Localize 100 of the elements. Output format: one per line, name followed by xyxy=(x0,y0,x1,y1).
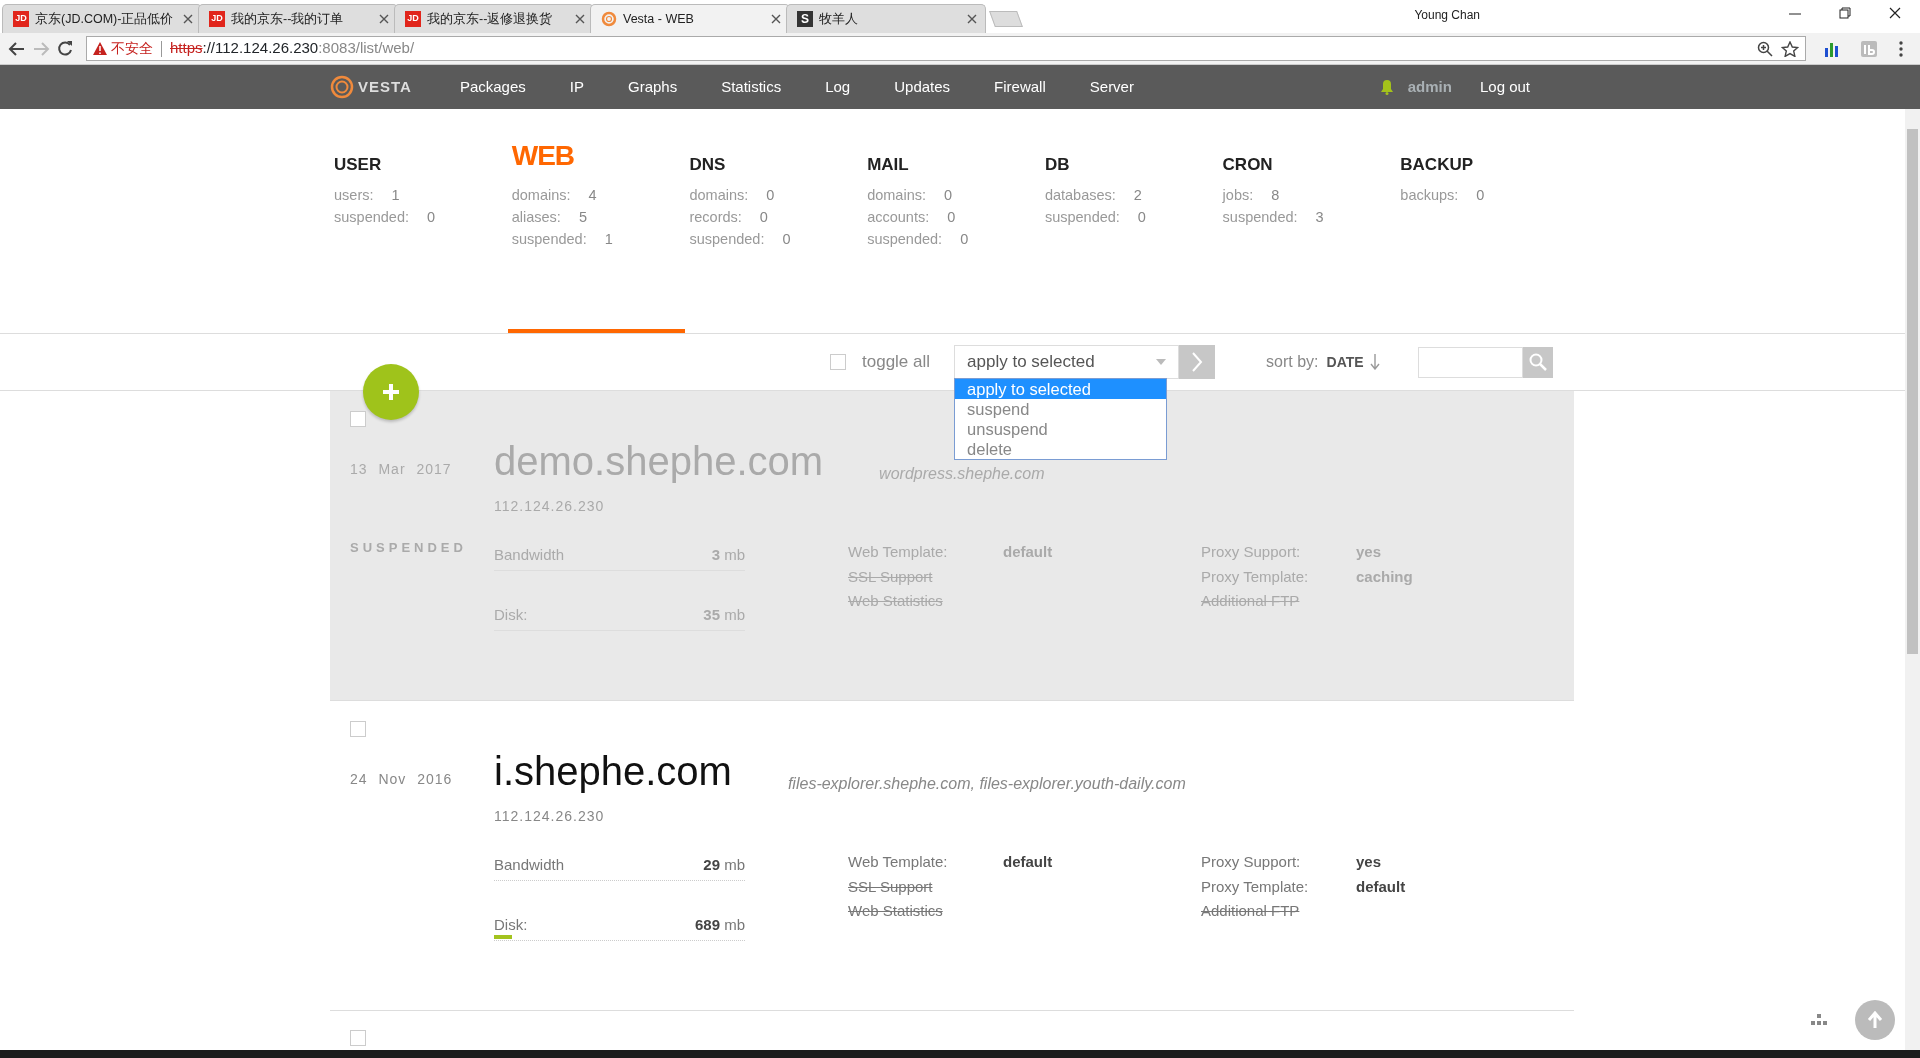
stat-value: 0 xyxy=(947,209,956,225)
setting-label: SSL Support xyxy=(848,876,933,897)
checkbox[interactable] xyxy=(350,411,366,427)
logo-text: VESTA xyxy=(358,76,412,97)
browser-tab[interactable]: S 牧羊人 xyxy=(786,4,986,33)
nav-link[interactable]: Graphs xyxy=(627,75,678,99)
grid-dots-icon[interactable] xyxy=(1811,1014,1827,1026)
down-arrow-icon[interactable] xyxy=(1369,354,1380,370)
tab-title: 我的京东--我的订单 xyxy=(231,10,345,28)
zoom-icon[interactable] xyxy=(1757,40,1773,57)
scroll-top-button[interactable] xyxy=(1855,1000,1895,1040)
setting-value: default xyxy=(1356,876,1406,897)
dropdown-option[interactable]: unsuspend xyxy=(955,419,1167,439)
nav-link[interactable]: Log xyxy=(825,75,851,99)
setting-label: Web Statistics xyxy=(848,901,943,921)
profile-name[interactable]: Young Chan xyxy=(1414,6,1480,24)
bell-icon[interactable] xyxy=(1379,79,1394,95)
ring-icon xyxy=(330,75,354,99)
search-field[interactable] xyxy=(1417,346,1523,378)
security-warning[interactable]: 不安全 xyxy=(111,38,153,59)
tab-favicon: S xyxy=(797,11,813,27)
nav-link[interactable]: Packages xyxy=(459,75,526,99)
setting-value: caching xyxy=(1356,566,1413,587)
close-icon[interactable] xyxy=(379,14,389,24)
separator-line xyxy=(161,40,162,57)
stat-value: 0 xyxy=(1476,187,1485,203)
star-icon[interactable] xyxy=(1781,40,1799,57)
setting-value: yes xyxy=(1356,852,1382,872)
setting-label: Proxy Template: xyxy=(1201,876,1310,897)
close-icon[interactable] xyxy=(771,14,781,24)
nav-link[interactable]: Server xyxy=(1089,75,1134,99)
stat-value: 0 xyxy=(782,231,791,247)
tab-favicon: JD xyxy=(13,11,29,27)
reload-icon[interactable] xyxy=(56,39,74,58)
toggle-all-label[interactable]: toggle all xyxy=(862,349,931,375)
action-select[interactable]: apply to selected xyxy=(954,345,1180,379)
nav-link[interactable]: Firewall xyxy=(994,75,1046,99)
stat-label: backups: xyxy=(1400,187,1459,203)
stat-tab[interactable]: WEB domains: 4 aliases: 5 suspended: 1 xyxy=(507,109,686,333)
setting-label: Web Template: xyxy=(848,542,949,562)
stat-tab[interactable]: USER users: 1 suspended: 0 xyxy=(330,109,508,333)
forward-icon[interactable] xyxy=(32,39,50,58)
close-icon[interactable] xyxy=(183,14,193,24)
extension-icon[interactable] xyxy=(1860,39,1878,58)
logout-link[interactable]: Log out xyxy=(1479,75,1530,99)
close-icon[interactable] xyxy=(575,14,585,24)
tab-title: 我的京东--返修退换货 xyxy=(427,10,554,28)
ring-icon xyxy=(601,11,617,27)
status-label: SUSPENDED xyxy=(350,539,468,557)
setting-label: SSL Support xyxy=(848,566,933,587)
new-tab-button[interactable] xyxy=(989,11,1023,27)
nav-link[interactable]: Statistics xyxy=(721,75,782,99)
stat-label: suspended: xyxy=(689,231,765,247)
apply-button[interactable] xyxy=(1179,345,1216,379)
stat-tab[interactable]: DNS domains: 0 records: 0 suspended: 0 xyxy=(685,109,864,333)
stat-label: users: xyxy=(334,187,374,203)
close-icon[interactable] xyxy=(967,14,977,24)
sort-link[interactable]: DATE xyxy=(1326,351,1364,373)
stat-title: WEB xyxy=(511,139,575,173)
stat-title: DNS xyxy=(689,153,726,176)
domain-name: demo.shephe.com xyxy=(494,441,824,481)
chevron-icon xyxy=(1191,352,1204,372)
dropdown-option[interactable]: suspend xyxy=(955,399,1167,419)
search-button[interactable] xyxy=(1522,346,1553,378)
domain-name: i.shephe.com xyxy=(494,751,732,791)
nav-link[interactable]: IP xyxy=(569,75,584,99)
checkbox[interactable] xyxy=(830,354,846,370)
ip-address: 112.124.26.230 xyxy=(494,807,606,826)
dropdown-option[interactable]: delete xyxy=(955,439,1167,459)
stat-label: domains: xyxy=(689,187,749,203)
stat-value: 2 xyxy=(1133,187,1142,203)
stat-title: DB xyxy=(1044,153,1070,176)
stat-title: USER xyxy=(334,153,382,176)
stat-tab[interactable]: BACKUP backups: 0 xyxy=(1396,109,1575,333)
checkbox[interactable] xyxy=(350,721,366,737)
stat-tab[interactable]: MAIL domains: 0 accounts: 0 suspended: 0 xyxy=(863,109,1041,333)
stat-tab[interactable]: CRON jobs: 8 suspended: 3 xyxy=(1218,109,1397,333)
stat-tab[interactable]: DB databases: 2 suspended: 0 xyxy=(1040,109,1219,333)
scrollbar[interactable] xyxy=(1905,109,1920,1050)
usage-label: Disk: xyxy=(494,605,528,626)
back-icon[interactable] xyxy=(8,39,26,58)
menu-icon[interactable] xyxy=(1898,39,1904,58)
stat-value: 1 xyxy=(604,231,613,247)
alias-list: wordpress.shephe.com xyxy=(879,462,1045,486)
nav-link[interactable]: Updates xyxy=(894,75,951,99)
stat-label: jobs: xyxy=(1222,187,1254,203)
url-text: https://112.124.26.230:8083/list/web/ xyxy=(170,38,415,59)
address-field[interactable]: 不安全 https://112.124.26.230:8083/list/web/ xyxy=(86,36,1806,61)
checkbox[interactable] xyxy=(350,1030,366,1046)
add-button[interactable] xyxy=(363,364,419,420)
usage-label: Bandwidth xyxy=(494,545,565,566)
stat-value: 4 xyxy=(588,187,597,203)
stat-title: CRON xyxy=(1222,153,1273,176)
setting-value: default xyxy=(1003,852,1053,872)
stat-value: 0 xyxy=(1137,209,1146,225)
stat-value: 0 xyxy=(960,231,969,247)
stat-value: 0 xyxy=(427,209,436,225)
usage-value: 689 mb xyxy=(694,915,745,936)
setting-value: yes xyxy=(1356,542,1382,562)
warning-icon xyxy=(93,42,107,55)
